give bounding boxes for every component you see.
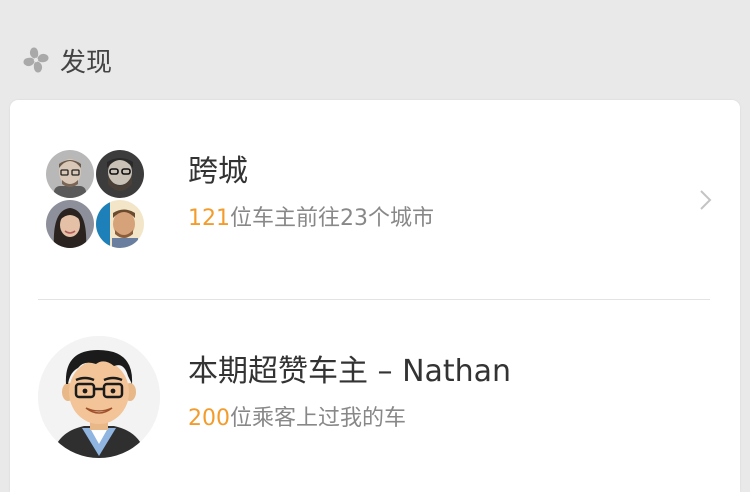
avatar — [46, 150, 94, 198]
subtitle-text: 位车主前往23个城市 — [230, 206, 434, 231]
list-item-cross-city[interactable]: 跨城 121位车主前往23个城市 — [10, 100, 740, 300]
avatar — [38, 336, 160, 458]
list-item-featured-driver[interactable]: 本期超赞车主 – Nathan 200位乘客上过我的车 — [10, 300, 740, 492]
avatar — [96, 150, 144, 198]
avatar — [96, 200, 144, 248]
item-title: 本期超赞车主 – Nathan — [188, 354, 512, 389]
avatar — [46, 200, 94, 248]
cartoon-avatar-icon — [38, 336, 160, 458]
subtitle-text: 位乘客上过我的车 — [230, 406, 407, 431]
discover-card: 跨城 121位车主前往23个城市 本期超赞车主 – Nathan 200位乘客上… — [10, 100, 740, 492]
section-title: 发现 — [60, 47, 113, 78]
item-title: 跨城 — [188, 154, 248, 189]
flower-icon — [23, 47, 49, 73]
chevron-right-icon[interactable] — [698, 188, 714, 212]
item-subtitle: 121位车主前往23个城市 — [188, 204, 434, 234]
section-header: 发现 — [20, 40, 112, 80]
item-text: 跨城 121位车主前往23个城市 — [188, 152, 434, 234]
item-text: 本期超赞车主 – Nathan 200位乘客上过我的车 — [188, 352, 511, 434]
driver-count: 121 — [188, 206, 230, 231]
item-subtitle: 200位乘客上过我的车 — [188, 404, 511, 434]
passenger-count: 200 — [188, 406, 230, 431]
avatar-group — [46, 150, 146, 250]
